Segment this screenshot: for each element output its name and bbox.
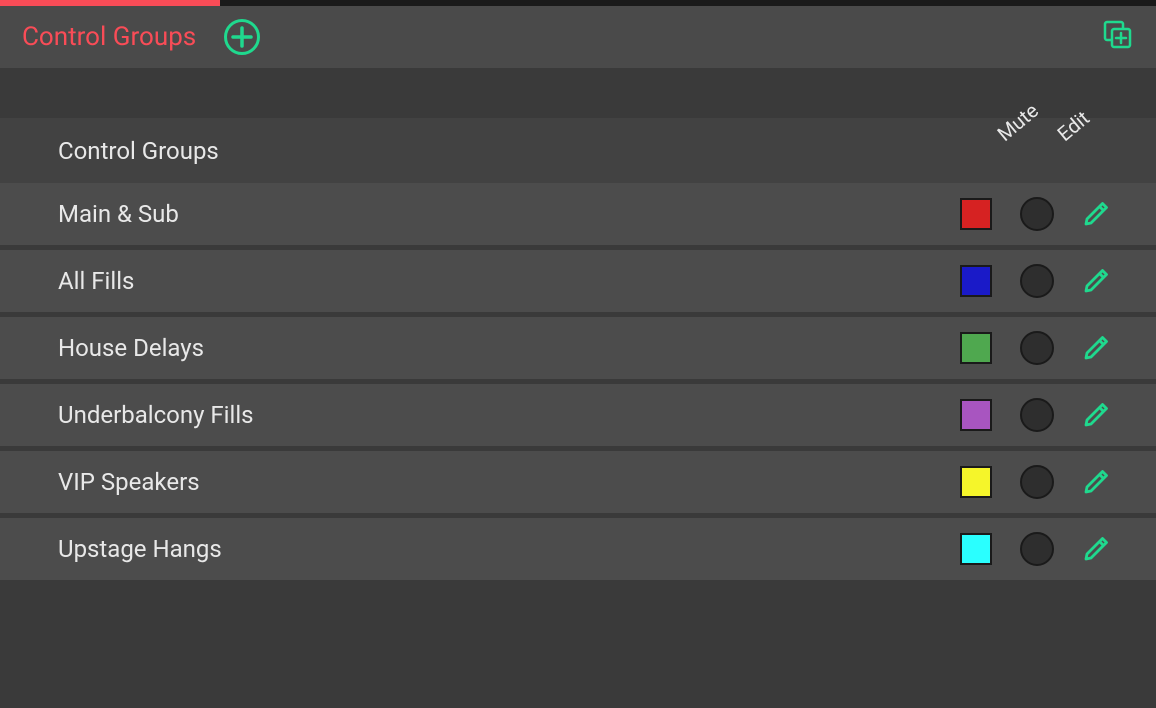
group-row: VIP Speakers bbox=[0, 451, 1156, 513]
row-controls bbox=[960, 197, 1110, 231]
table-header-title: Control Groups bbox=[58, 137, 219, 165]
edit-button[interactable] bbox=[1082, 200, 1110, 228]
edit-button[interactable] bbox=[1082, 401, 1110, 429]
edit-button[interactable] bbox=[1082, 468, 1110, 496]
content-area: Control Groups Mute Edit Main & Sub All F… bbox=[0, 68, 1156, 580]
row-controls bbox=[960, 264, 1110, 298]
column-header-edit: Edit bbox=[1053, 95, 1107, 146]
group-row: Upstage Hangs bbox=[0, 518, 1156, 580]
group-name: All Fills bbox=[58, 267, 1098, 295]
row-controls bbox=[960, 331, 1110, 365]
edit-button[interactable] bbox=[1082, 334, 1110, 362]
pencil-icon bbox=[1082, 401, 1110, 429]
group-row: All Fills bbox=[0, 250, 1156, 312]
pencil-icon bbox=[1082, 267, 1110, 295]
row-controls bbox=[960, 532, 1110, 566]
copy-plus-icon bbox=[1102, 19, 1134, 51]
column-header-mute: Mute bbox=[993, 95, 1047, 146]
group-rows: Main & Sub All Fills House Delays Underbalc… bbox=[0, 183, 1156, 580]
color-swatch[interactable] bbox=[960, 332, 992, 364]
mute-button[interactable] bbox=[1020, 264, 1054, 298]
group-name: House Delays bbox=[58, 334, 1098, 362]
color-swatch[interactable] bbox=[960, 198, 992, 230]
group-name: Upstage Hangs bbox=[58, 535, 1098, 563]
group-row: Underbalcony Fills bbox=[0, 384, 1156, 446]
pencil-icon bbox=[1082, 334, 1110, 362]
plus-icon bbox=[231, 26, 253, 48]
column-headers: Mute Edit bbox=[1008, 122, 1118, 146]
mute-button[interactable] bbox=[1020, 398, 1054, 432]
edit-button[interactable] bbox=[1082, 267, 1110, 295]
edit-button[interactable] bbox=[1082, 535, 1110, 563]
group-row: House Delays bbox=[0, 317, 1156, 379]
group-name: Main & Sub bbox=[58, 200, 1098, 228]
row-controls bbox=[960, 465, 1110, 499]
pencil-icon bbox=[1082, 200, 1110, 228]
color-swatch[interactable] bbox=[960, 466, 992, 498]
color-swatch[interactable] bbox=[960, 265, 992, 297]
pencil-icon bbox=[1082, 468, 1110, 496]
pencil-icon bbox=[1082, 535, 1110, 563]
table-header: Control Groups Mute Edit bbox=[0, 118, 1156, 183]
mute-button[interactable] bbox=[1020, 532, 1054, 566]
color-swatch[interactable] bbox=[960, 399, 992, 431]
header: Control Groups bbox=[0, 6, 1156, 68]
group-name: Underbalcony Fills bbox=[58, 401, 1098, 429]
row-controls bbox=[960, 398, 1110, 432]
group-row: Main & Sub bbox=[0, 183, 1156, 245]
duplicate-add-button[interactable] bbox=[1102, 19, 1134, 55]
color-swatch[interactable] bbox=[960, 533, 992, 565]
add-group-button[interactable] bbox=[224, 19, 260, 55]
mute-button[interactable] bbox=[1020, 197, 1054, 231]
group-name: VIP Speakers bbox=[58, 468, 1098, 496]
mute-button[interactable] bbox=[1020, 465, 1054, 499]
mute-button[interactable] bbox=[1020, 331, 1054, 365]
page-title: Control Groups bbox=[22, 22, 196, 52]
